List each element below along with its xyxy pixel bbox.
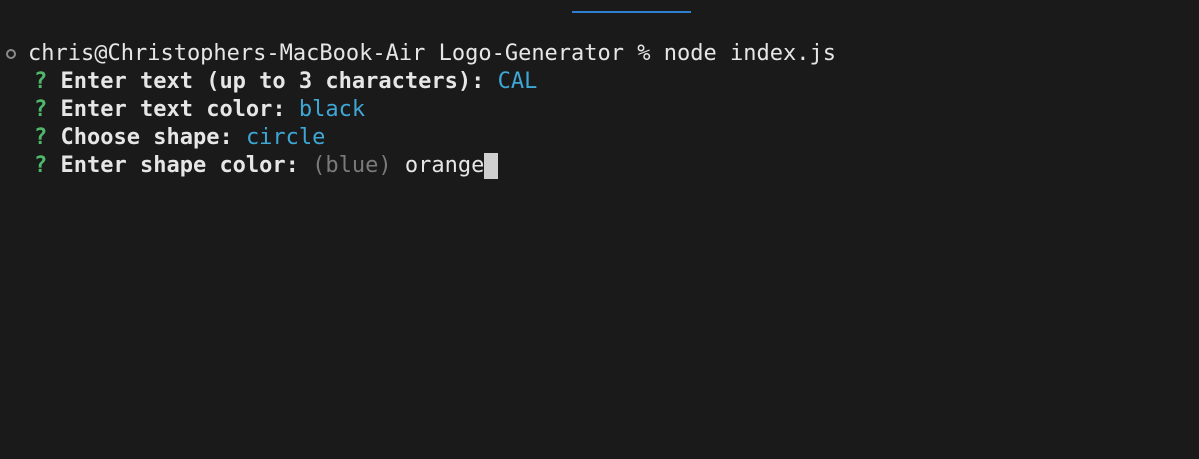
prompt-question: Enter text color: bbox=[60, 97, 286, 122]
prompt-answer: CAL bbox=[497, 69, 538, 94]
terminal-output: chris@Christophers-MacBook-Air Logo-Gene… bbox=[0, 40, 836, 180]
terminal-input[interactable]: orange bbox=[405, 152, 484, 180]
prompt-question: Enter text (up to 3 characters): bbox=[60, 69, 485, 94]
prompt-line: ? Enter text color: black bbox=[0, 96, 836, 124]
prompt-line: ? Choose shape: circle bbox=[0, 124, 836, 152]
command-text: chris@Christophers-MacBook-Air Logo-Gene… bbox=[28, 41, 836, 66]
prompt-answer: black bbox=[298, 97, 366, 122]
text-cursor bbox=[484, 153, 499, 179]
terminal-window[interactable]: chris@Christophers-MacBook-Air Logo-Gene… bbox=[0, 0, 1199, 459]
prompt-answer: circle bbox=[245, 125, 326, 150]
question-mark-icon: ? bbox=[34, 125, 48, 150]
prompt-question: Choose shape: bbox=[60, 125, 233, 150]
default-value-hint: (blue) bbox=[312, 153, 392, 178]
active-prompt-line[interactable]: ? Enter shape color: (blue) orange bbox=[0, 152, 836, 180]
prompt-question: Enter shape color: bbox=[60, 153, 299, 178]
command-status-circle-icon bbox=[6, 49, 16, 59]
prompt-line: ? Enter text (up to 3 characters): CAL bbox=[0, 68, 836, 96]
question-mark-icon: ? bbox=[34, 69, 48, 94]
command-line: chris@Christophers-MacBook-Air Logo-Gene… bbox=[0, 40, 836, 68]
active-tab-indicator bbox=[572, 11, 691, 13]
question-mark-icon: ? bbox=[34, 153, 48, 178]
question-mark-icon: ? bbox=[34, 97, 48, 122]
